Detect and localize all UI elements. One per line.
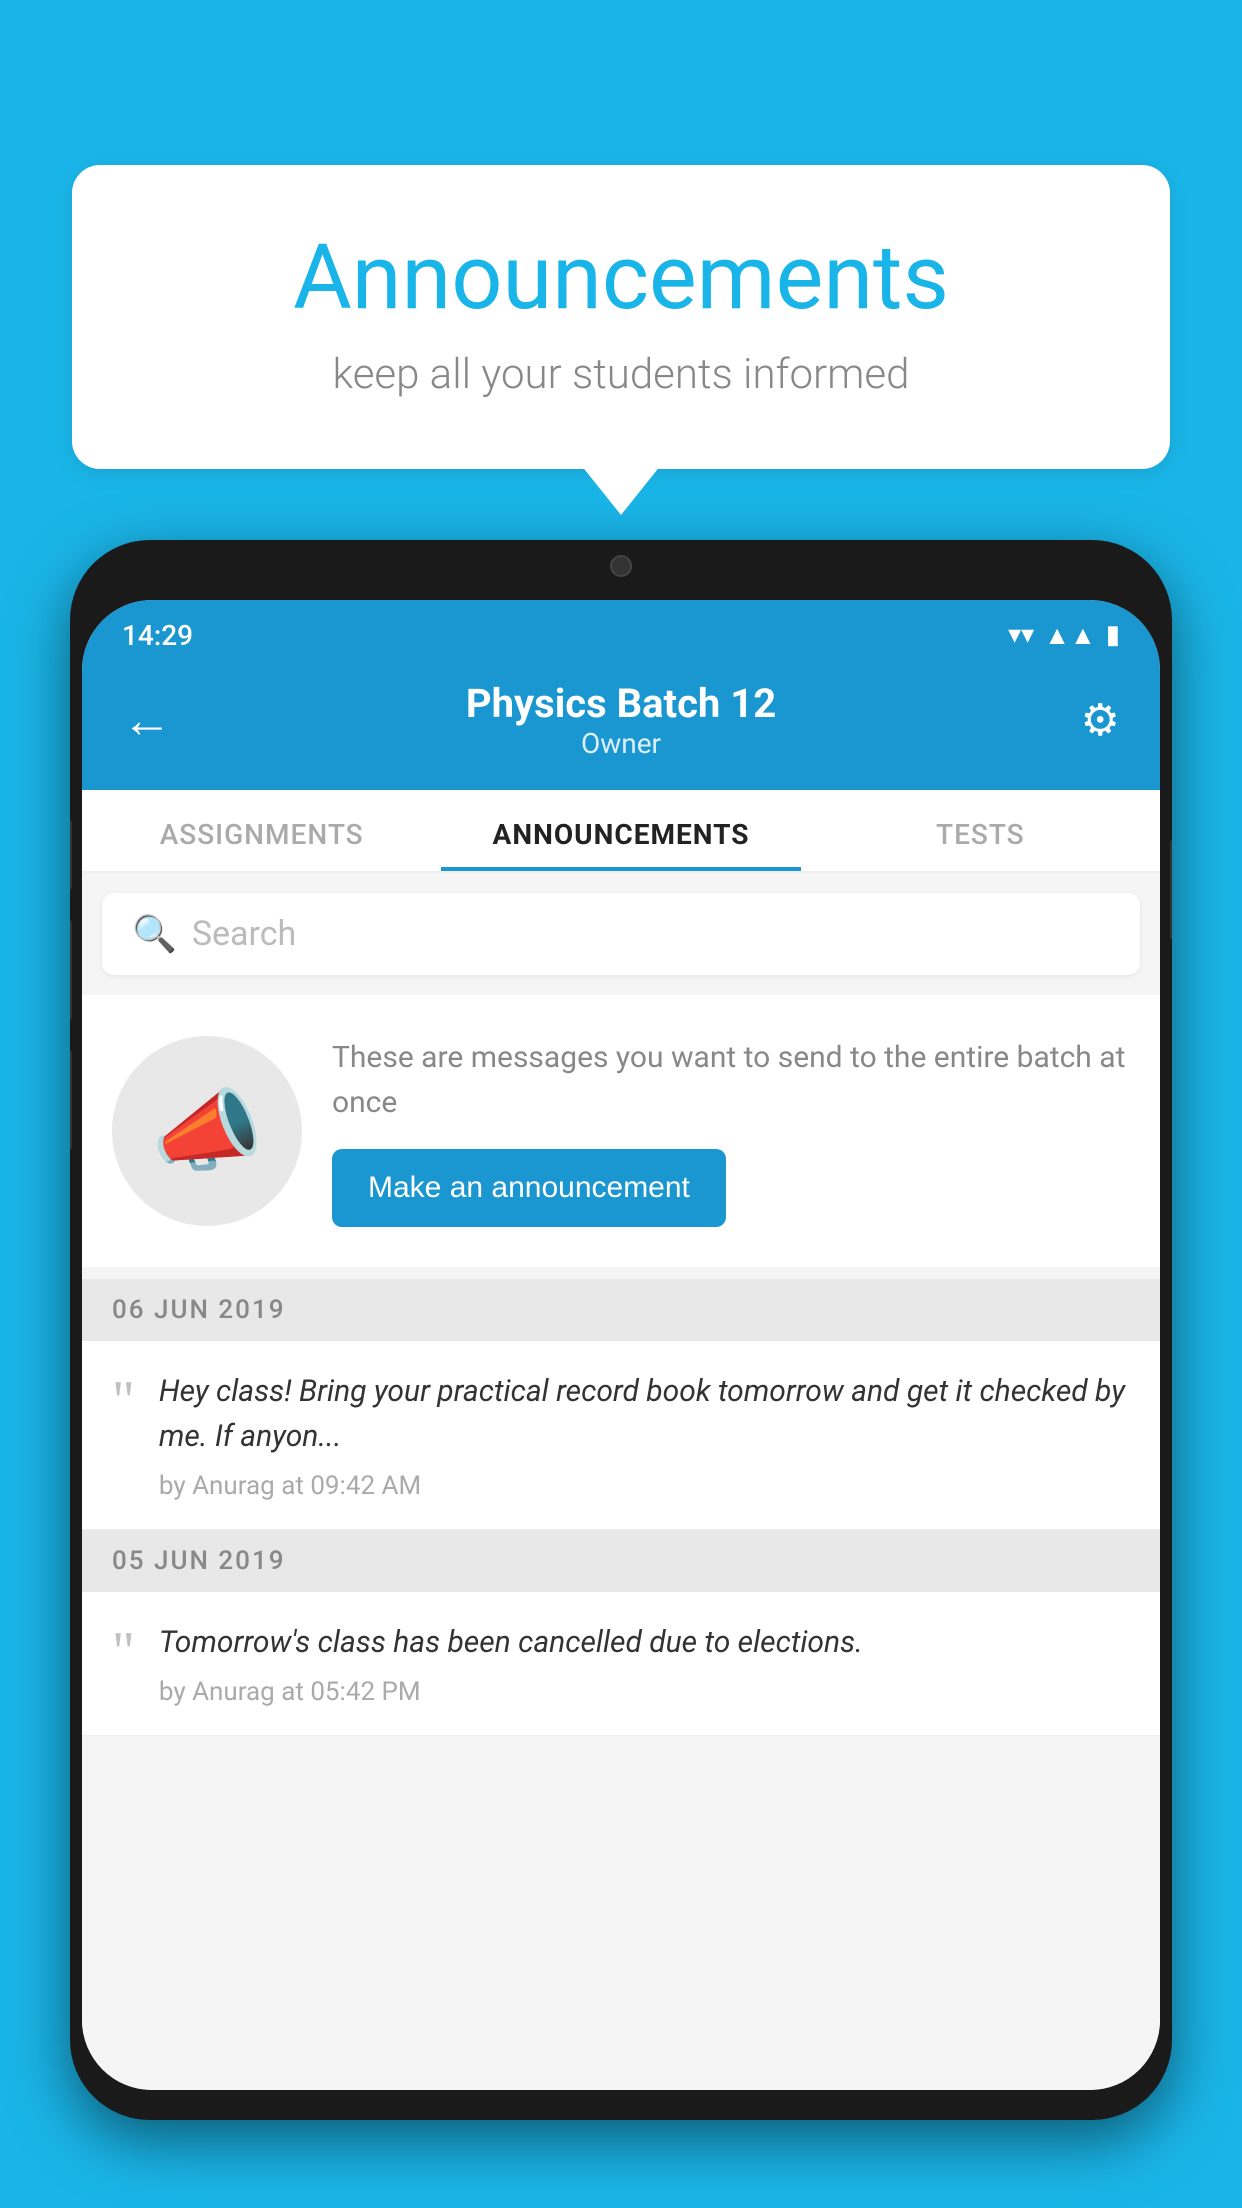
promo-card: 📣 These are messages you want to send to… xyxy=(82,995,1160,1267)
announcement-meta-1: by Anurag at 09:42 AM xyxy=(159,1471,1130,1501)
tab-assignments[interactable]: ASSIGNMENTS xyxy=(82,790,441,871)
signal-icon: ▲▲ xyxy=(1044,620,1095,651)
app-header: ← Physics Batch 12 Owner ⚙ xyxy=(82,660,1160,790)
announcement-meta-2: by Anurag at 05:42 PM xyxy=(159,1677,1130,1707)
promo-description: These are messages you want to send to t… xyxy=(332,1035,1130,1125)
tab-announcements[interactable]: ANNOUNCEMENTS xyxy=(441,790,800,871)
announcement-item-2[interactable]: " Tomorrow's class has been cancelled du… xyxy=(82,1592,1160,1736)
announcement-text-area-1: Hey class! Bring your practical record b… xyxy=(159,1369,1130,1501)
speech-bubble-container: Announcements keep all your students inf… xyxy=(72,165,1170,469)
battery-icon: ▮ xyxy=(1106,620,1120,650)
phone-inner: 14:29 ▾▾ ▲▲ ▮ ← Physics Batch 12 Owner ⚙ xyxy=(82,600,1160,2090)
search-placeholder: Search xyxy=(192,914,296,954)
phone-notch xyxy=(521,540,721,590)
header-title-area: Physics Batch 12 Owner xyxy=(182,680,1060,760)
make-announcement-button[interactable]: Make an announcement xyxy=(332,1149,726,1227)
announcement-message-2: Tomorrow's class has been cancelled due … xyxy=(159,1620,1130,1665)
search-bar[interactable]: 🔍 Search xyxy=(102,893,1140,975)
volume-down-button xyxy=(70,1050,72,1150)
quote-icon-2: " xyxy=(112,1624,135,1680)
tabs-bar: ASSIGNMENTS ANNOUNCEMENTS TESTS xyxy=(82,790,1160,873)
phone-camera xyxy=(610,555,632,577)
phone-device: 14:29 ▾▾ ▲▲ ▮ ← Physics Batch 12 Owner ⚙ xyxy=(70,540,1172,2120)
wifi-icon: ▾▾ xyxy=(1008,620,1034,650)
announcement-item-1[interactable]: " Hey class! Bring your practical record… xyxy=(82,1341,1160,1530)
status-time: 14:29 xyxy=(122,619,193,652)
announcement-text-area-2: Tomorrow's class has been cancelled due … xyxy=(159,1620,1130,1707)
speech-bubble: Announcements keep all your students inf… xyxy=(72,165,1170,469)
megaphone-icon: 📣 xyxy=(151,1079,263,1184)
phone-wrapper: 14:29 ▾▾ ▲▲ ▮ ← Physics Batch 12 Owner ⚙ xyxy=(70,540,1172,2208)
volume-silent-button xyxy=(70,820,72,890)
settings-icon[interactable]: ⚙ xyxy=(1060,694,1120,746)
phone-screen: 14:29 ▾▾ ▲▲ ▮ ← Physics Batch 12 Owner ⚙ xyxy=(82,600,1160,2090)
header-title: Physics Batch 12 xyxy=(182,680,1060,727)
bubble-title: Announcements xyxy=(152,225,1090,330)
announcement-icon-circle: 📣 xyxy=(112,1036,302,1226)
announcement-message-1: Hey class! Bring your practical record b… xyxy=(159,1369,1130,1459)
tab-tests[interactable]: TESTS xyxy=(801,790,1160,871)
phone-content: 🔍 Search 📣 These are messages you want t… xyxy=(82,873,1160,2090)
back-button[interactable]: ← xyxy=(122,691,182,750)
header-subtitle: Owner xyxy=(182,727,1060,760)
status-icons: ▾▾ ▲▲ ▮ xyxy=(1008,620,1120,651)
promo-text-area: These are messages you want to send to t… xyxy=(332,1035,1130,1227)
status-bar: 14:29 ▾▾ ▲▲ ▮ xyxy=(82,600,1160,660)
quote-icon-1: " xyxy=(112,1373,135,1429)
search-icon: 🔍 xyxy=(132,913,177,955)
date-separator-1: 06 JUN 2019 xyxy=(82,1279,1160,1341)
date-separator-2: 05 JUN 2019 xyxy=(82,1530,1160,1592)
volume-up-button xyxy=(70,920,72,1020)
bubble-subtitle: keep all your students informed xyxy=(152,350,1090,399)
power-button xyxy=(1170,840,1172,940)
